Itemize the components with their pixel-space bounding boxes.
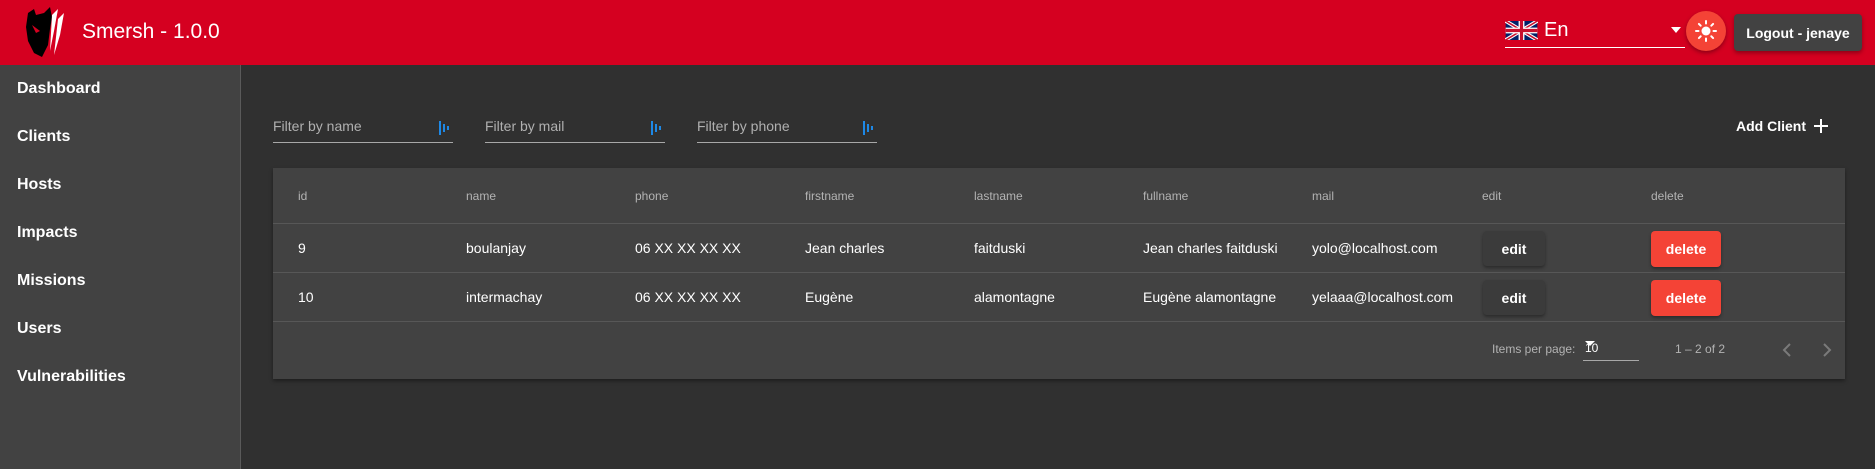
column-header-firstname[interactable]: firstname — [805, 189, 854, 203]
page-size-select[interactable]: 10 — [1583, 337, 1639, 361]
cell-lastname: faitduski — [974, 240, 1026, 256]
cell-name: intermachay — [466, 289, 543, 305]
clients-table: id name phone firstname lastname fullnam… — [273, 168, 1845, 379]
page-range-label: 1 – 2 of 2 — [1675, 342, 1726, 356]
sidebar-item-vulnerabilities[interactable]: Vulnerabilities — [17, 368, 126, 386]
table-header: id name phone firstname lastname fullnam… — [273, 168, 1845, 224]
sidebar-item-clients[interactable]: Clients — [17, 128, 70, 146]
filter-by-mail-input[interactable] — [485, 118, 635, 134]
plus-icon — [1814, 119, 1828, 133]
smersh-logo-icon — [26, 7, 64, 57]
filter-icon — [651, 121, 661, 135]
filter-by-mail-field — [485, 112, 665, 143]
previous-page-icon[interactable] — [1775, 338, 1799, 362]
column-header-name[interactable]: name — [466, 189, 496, 203]
cell-lastname: alamontagne — [974, 289, 1055, 305]
column-header-delete: delete — [1651, 189, 1684, 203]
next-page-icon[interactable] — [1815, 338, 1839, 362]
theme-toggle-button[interactable] — [1686, 11, 1726, 51]
items-per-page-label: Items per page: — [1492, 342, 1576, 356]
table-row: 9 boulanjay 06 XX XX XX XX Jean charles … — [273, 224, 1845, 273]
app-title: Smersh - 1.0.0 — [82, 20, 220, 43]
language-select[interactable]: En — [1505, 14, 1685, 48]
edit-button[interactable]: edit — [1483, 231, 1545, 266]
uk-flag-icon — [1505, 21, 1538, 40]
column-header-mail[interactable]: mail — [1312, 189, 1334, 203]
sidebar-item-missions[interactable]: Missions — [17, 272, 85, 290]
column-header-phone[interactable]: phone — [635, 189, 668, 203]
cell-firstname: Jean charles — [805, 240, 885, 256]
column-header-fullname[interactable]: fullname — [1143, 189, 1188, 203]
sun-icon — [1695, 20, 1717, 42]
add-client-button[interactable]: Add Client — [1736, 118, 1828, 134]
filter-by-name-field — [273, 112, 453, 143]
cell-fullname: Eugène alamontagne — [1143, 289, 1277, 305]
cell-firstname: Eugène — [805, 289, 854, 305]
chevron-down-icon — [1671, 27, 1681, 33]
sidebar-item-dashboard[interactable]: Dashboard — [17, 80, 101, 98]
cell-id: 9 — [298, 240, 306, 256]
column-header-lastname[interactable]: lastname — [974, 189, 1023, 203]
sidebar: Dashboard Clients Hosts Impacts Missions… — [0, 65, 241, 469]
chevron-down-icon — [1585, 341, 1595, 346]
paginator: Items per page: 10 1 – 2 of 2 — [273, 322, 1845, 379]
filter-icon — [439, 121, 449, 135]
edit-button[interactable]: edit — [1483, 280, 1545, 315]
cell-name: boulanjay — [466, 240, 526, 256]
cell-fullname: Jean charles faitduski — [1143, 240, 1278, 256]
filter-by-phone-field — [697, 112, 877, 143]
cell-phone: 06 XX XX XX XX — [635, 289, 741, 305]
cell-mail: yolo@localhost.com — [1312, 240, 1438, 256]
delete-button[interactable]: delete — [1651, 231, 1721, 267]
cell-id: 10 — [298, 289, 314, 305]
logout-button[interactable]: Logout - jenaye — [1734, 14, 1862, 51]
table-row: 10 intermachay 06 XX XX XX XX Eugène ala… — [273, 273, 1845, 322]
top-toolbar: Smersh - 1.0.0 En Logout - jenaye — [0, 0, 1875, 65]
column-header-id[interactable]: id — [298, 189, 307, 203]
cell-phone: 06 XX XX XX XX — [635, 240, 741, 256]
sidebar-item-hosts[interactable]: Hosts — [17, 176, 61, 194]
sidebar-item-impacts[interactable]: Impacts — [17, 224, 77, 242]
cell-mail: yelaaa@localhost.com — [1312, 289, 1454, 305]
delete-button[interactable]: delete — [1651, 280, 1721, 316]
filter-by-phone-input[interactable] — [697, 118, 847, 134]
column-header-edit: edit — [1482, 189, 1502, 203]
add-client-label: Add Client — [1736, 118, 1806, 134]
language-value: En — [1544, 19, 1569, 41]
filter-icon — [863, 121, 873, 135]
filter-by-name-input[interactable] — [273, 118, 423, 134]
sidebar-item-users[interactable]: Users — [17, 320, 61, 338]
